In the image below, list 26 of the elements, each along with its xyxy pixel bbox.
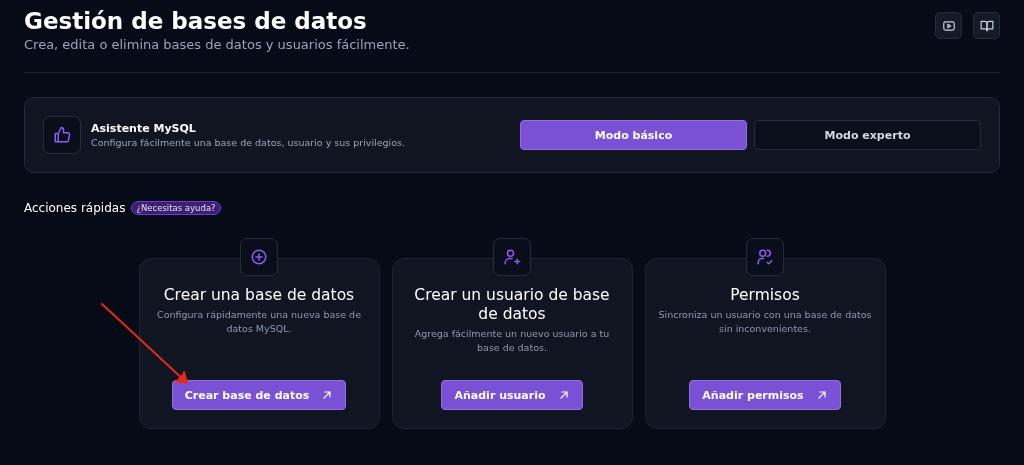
mode-tab[interactable]: Modo básico bbox=[520, 120, 747, 150]
help-badge[interactable]: ¿Necesitas ayuda? bbox=[131, 201, 221, 215]
section-title: Acciones rápidas bbox=[24, 200, 126, 216]
book-button[interactable] bbox=[973, 12, 1000, 39]
action-button[interactable]: Añadir permisos bbox=[689, 380, 841, 410]
assistant-title: Asistente MySQL bbox=[91, 120, 197, 136]
users-check-icon bbox=[756, 248, 774, 266]
video-icon bbox=[941, 18, 956, 33]
page-title: Gestión de bases de datos bbox=[24, 7, 368, 36]
card-title: Permisos bbox=[730, 286, 800, 305]
thumbs-up-icon bbox=[43, 116, 81, 154]
card-description: Configura rápidamente una nueva base de datos MySQL. bbox=[156, 308, 362, 336]
book-icon bbox=[979, 18, 994, 33]
assistant-description: Configura fácilmente una base de datos, usuario y sus privilegios. bbox=[91, 135, 406, 150]
arrow-up-right-icon bbox=[321, 389, 334, 401]
mode-tab[interactable]: Modo experto bbox=[754, 120, 981, 150]
card-title: Crear una base de datos bbox=[163, 286, 355, 305]
action-button[interactable]: Crear base de datos bbox=[171, 380, 347, 410]
card-description: Sincroniza un usuario con una base de datos sin inconvenientes. bbox=[657, 308, 873, 336]
user-plus-icon bbox=[503, 248, 521, 266]
action-button[interactable]: Añadir usuario bbox=[441, 380, 583, 410]
card-title: Crear un usuario de base de datos bbox=[413, 286, 611, 324]
page-subtitle: Crea, edita o elimina bases de datos y usuarios fácilmente. bbox=[24, 36, 410, 54]
video-button[interactable] bbox=[935, 12, 962, 39]
card-description: Agrega fácilmente un nuevo usuario a tu base de datos. bbox=[413, 327, 611, 355]
plus-circle-icon bbox=[250, 248, 268, 266]
